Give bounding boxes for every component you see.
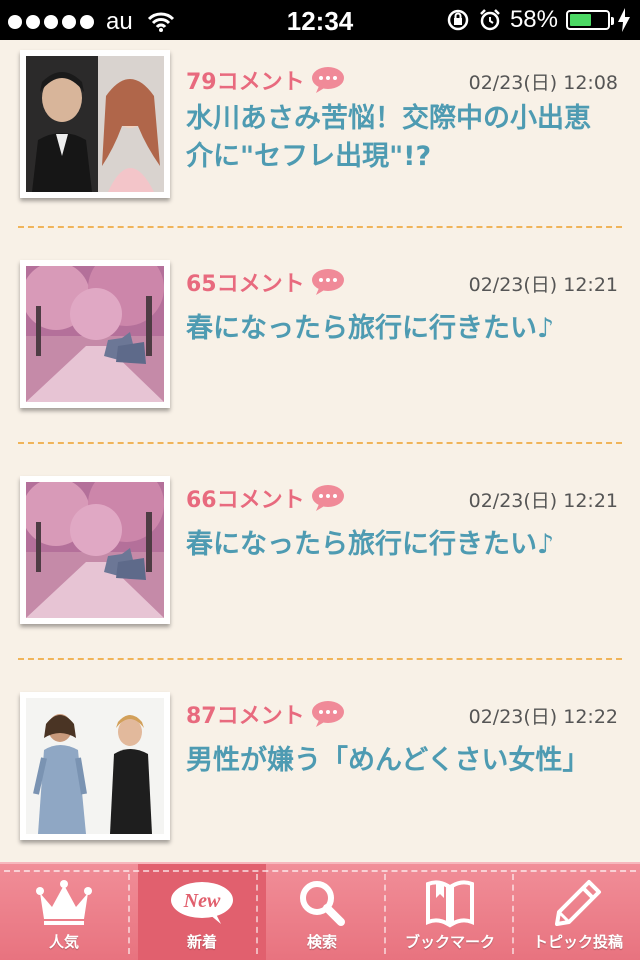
item-meta: 65コメント 02/23(日) 12:21 bbox=[186, 266, 618, 300]
pencil-icon bbox=[555, 880, 601, 926]
topic-list[interactable]: 79コメント 02/23(日) 12:08 水川あさみ苦悩！交際中の小出恵介に"… bbox=[0, 40, 640, 862]
topic-photo bbox=[26, 698, 164, 834]
rotation-lock-icon bbox=[447, 9, 469, 31]
item-meta: 66コメント 02/23(日) 12:21 bbox=[186, 482, 618, 516]
status-bar: au 12:34 58% bbox=[0, 0, 640, 40]
tab-label: 新着 bbox=[186, 933, 217, 951]
book-icon bbox=[426, 880, 474, 928]
tab-label: 人気 bbox=[48, 933, 79, 951]
topic-photo bbox=[26, 482, 164, 618]
tab-label: トピック投稿 bbox=[532, 933, 623, 951]
post-date: 02/23(日) 12:21 bbox=[468, 274, 618, 296]
topic-thumbnail bbox=[20, 50, 170, 198]
battery-icon bbox=[566, 10, 614, 30]
topic-title[interactable]: 水川あさみ苦悩！交際中の小出恵介に"セフレ出現"!? bbox=[186, 100, 616, 176]
topic-title[interactable]: 男性が嫌う「めんどくさい女性」 bbox=[186, 742, 616, 780]
list-item[interactable]: 66コメント 02/23(日) 12:21 春になったら旅行に行きたい♪ bbox=[0, 438, 640, 654]
tab-new[interactable]: New 新着 bbox=[138, 864, 266, 960]
speech-bubble-icon bbox=[311, 485, 344, 511]
tab-post-topic[interactable]: トピック投稿 bbox=[514, 864, 640, 960]
battery-percent: 58% bbox=[509, 6, 558, 33]
post-date: 02/23(日) 12:08 bbox=[468, 72, 618, 94]
list-item[interactable]: 65コメント 02/23(日) 12:21 春になったら旅行に行きたい♪ bbox=[0, 222, 640, 438]
tab-label: ブックマーク bbox=[404, 933, 495, 951]
speech-bubble-icon bbox=[311, 701, 344, 727]
search-icon bbox=[300, 881, 345, 926]
tab-bookmark[interactable]: ブックマーク bbox=[386, 864, 514, 960]
speech-bubble-icon bbox=[311, 269, 344, 295]
alarm-icon bbox=[480, 9, 500, 31]
topic-photo bbox=[26, 56, 164, 192]
topic-title[interactable]: 春になったら旅行に行きたい♪ bbox=[186, 310, 616, 348]
svg-text:New: New bbox=[183, 890, 221, 912]
new-badge-icon: New bbox=[171, 882, 233, 924]
tab-label: 検索 bbox=[306, 933, 337, 951]
item-meta: 79コメント 02/23(日) 12:08 bbox=[186, 64, 618, 98]
post-date: 02/23(日) 12:21 bbox=[468, 490, 618, 512]
crown-icon bbox=[36, 880, 92, 925]
topic-thumbnail bbox=[20, 692, 170, 840]
post-date: 02/23(日) 12:22 bbox=[468, 706, 618, 728]
tab-popular[interactable]: 人気 bbox=[0, 864, 128, 960]
comment-count: 87コメント bbox=[186, 704, 305, 729]
topic-thumbnail bbox=[20, 476, 170, 624]
comment-count: 79コメント bbox=[186, 70, 305, 95]
charging-bolt-icon bbox=[618, 8, 630, 32]
speech-bubble-icon bbox=[311, 67, 344, 93]
tab-search[interactable]: 検索 bbox=[258, 864, 386, 960]
comment-count: 65コメント bbox=[186, 272, 305, 297]
topic-photo bbox=[26, 266, 164, 402]
tab-bar: 人気 New 新着 検索 ブックマーク トピック投稿 bbox=[0, 862, 640, 960]
comment-count: 66コメント bbox=[186, 488, 305, 513]
item-meta: 87コメント 02/23(日) 12:22 bbox=[186, 698, 618, 732]
list-item[interactable]: 87コメント 02/23(日) 12:22 男性が嫌う「めんどくさい女性」 bbox=[0, 654, 640, 862]
topic-title[interactable]: 春になったら旅行に行きたい♪ bbox=[186, 526, 616, 564]
list-item[interactable]: 79コメント 02/23(日) 12:08 水川あさみ苦悩！交際中の小出恵介に"… bbox=[0, 40, 640, 220]
topic-thumbnail bbox=[20, 260, 170, 408]
